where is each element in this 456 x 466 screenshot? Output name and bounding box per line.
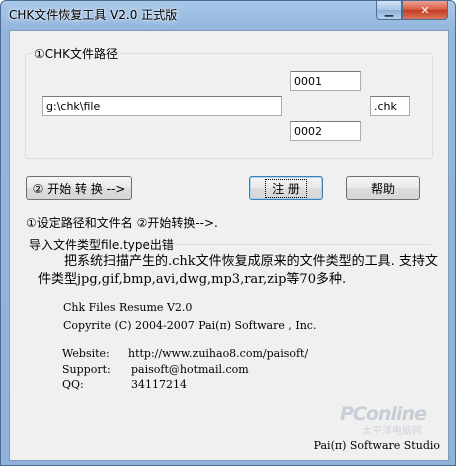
info-group-legend: 导入文件类型file.type出错 (27, 236, 176, 253)
start-convert-button[interactable]: ② 开始 转 换 --> (26, 176, 132, 200)
title-bar[interactable]: CHK文件恢复工具 V2.0 正式版 ▁ ✕ (1, 1, 455, 29)
help-button[interactable]: 帮助 (346, 176, 420, 200)
close-button[interactable]: ✕ (402, 1, 448, 20)
minimize-icon: ▁ (384, 3, 394, 17)
qq-label: QQ: (62, 378, 84, 391)
copyright-text: Copyrite (C) 2004-2007 Pai(π) Software ,… (63, 319, 317, 332)
register-button[interactable]: 注 册 (249, 176, 323, 200)
path-group: ①CHK文件路径 (25, 45, 433, 159)
qq-value: 34117214 (131, 378, 187, 391)
register-label: 注 册 (265, 178, 307, 198)
end-number-input[interactable] (290, 121, 361, 141)
extension-input[interactable] (370, 96, 410, 116)
client-area: ①CHK文件路径 ② 开始 转 换 --> 注 册 帮助 ①设定路径和文件名 ②… (9, 30, 449, 461)
app-window: CHK文件恢复工具 V2.0 正式版 ▁ ✕ ①CHK文件路径 ② 开始 转 换… (0, 0, 456, 466)
brand-text: Pai(π) Software Studio (313, 439, 440, 452)
path-group-legend: ①CHK文件路径 (32, 45, 121, 62)
window-title: CHK文件恢复工具 V2.0 正式版 (9, 8, 178, 22)
support-label: Support: (62, 363, 111, 376)
website-value: http://www.zuihao8.com/paisoft/ (128, 347, 309, 360)
help-label: 帮助 (370, 181, 395, 196)
pconline-watermark-sub: 太平洋电脑网 (362, 426, 422, 437)
support-value: paisoft@hotmail.com (131, 363, 249, 376)
path-input[interactable] (42, 96, 282, 116)
start-convert-label: ② 开始 转 换 --> (32, 181, 126, 196)
start-number-input[interactable] (290, 71, 361, 91)
close-icon: ✕ (420, 3, 430, 17)
usage-hint: ①设定路径和文件名 ②开始转换-->. (26, 216, 218, 230)
product-name: Chk Files Resume V2.0 (63, 301, 193, 314)
description-text: 把系统扫描产生的.chk文件恢复成原来的文件类型的工具. 支持文件类型jpg,g… (38, 254, 438, 287)
website-label: Website: (62, 347, 110, 360)
minimize-button[interactable]: ▁ (376, 1, 402, 20)
